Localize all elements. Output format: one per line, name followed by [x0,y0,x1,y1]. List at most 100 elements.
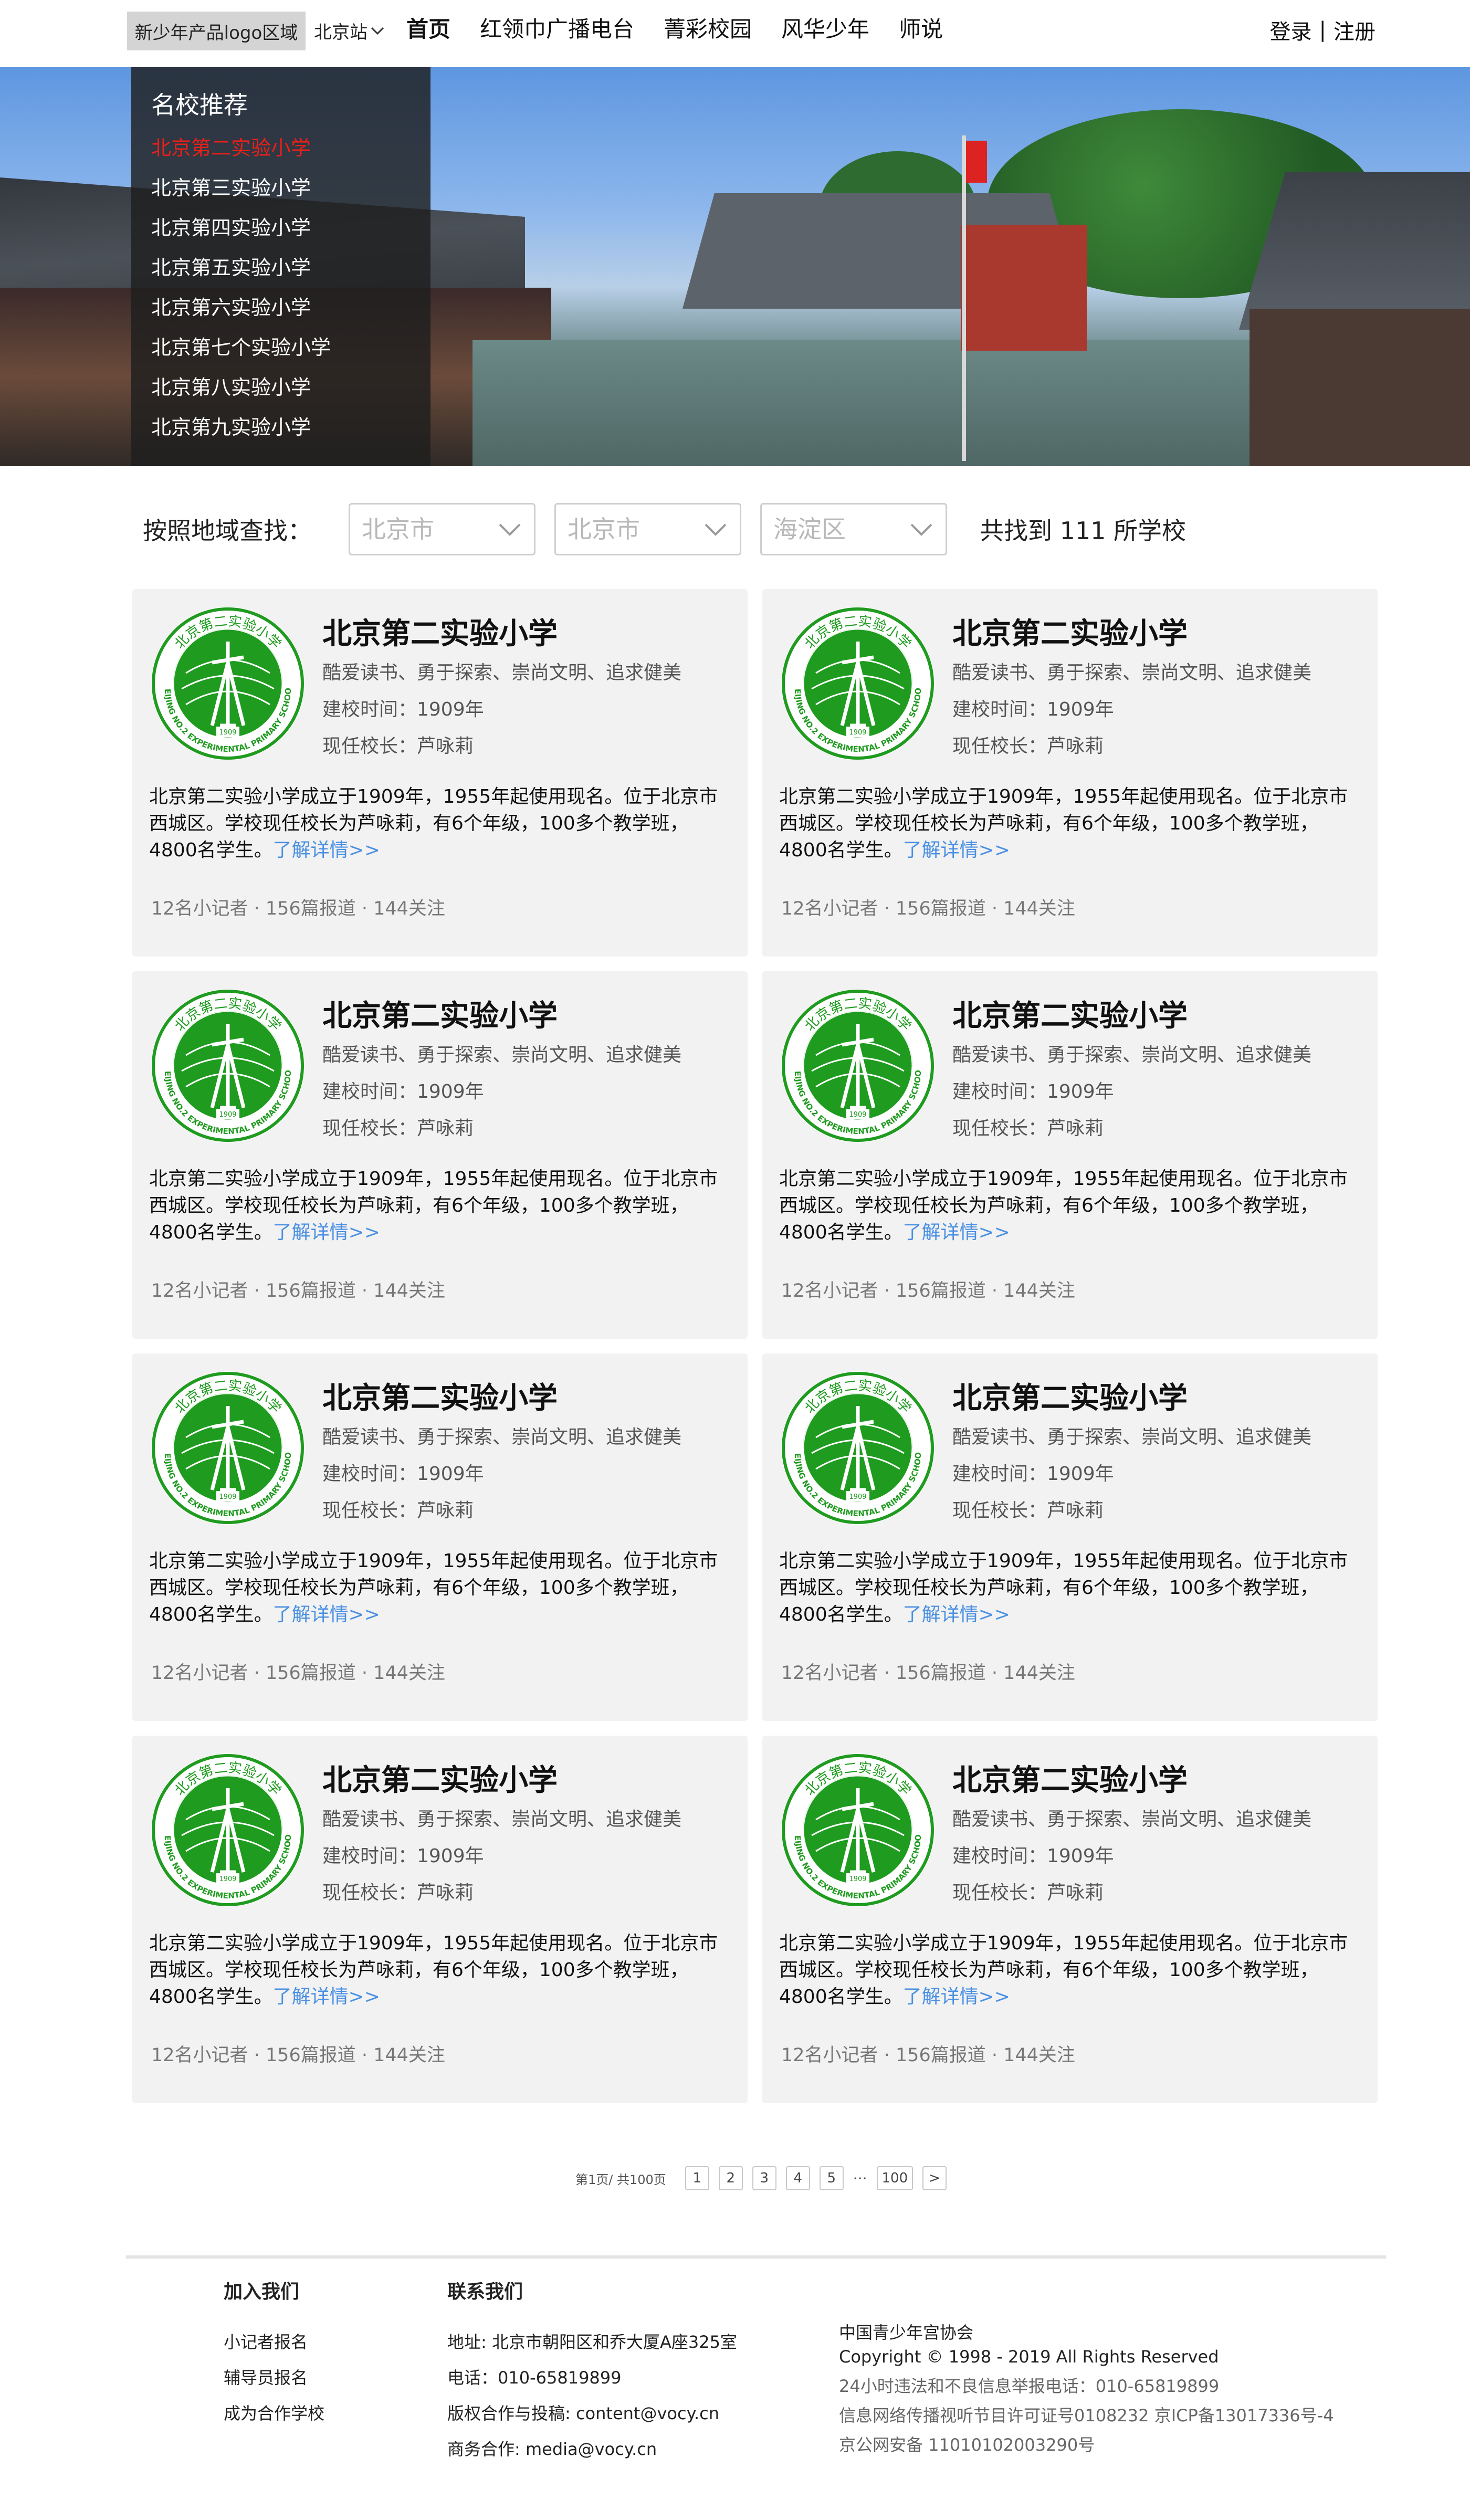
school-seal-logo: 1909 北京第二实验小学 BEIJING NO.2 EXPERIMENTAL … [779,1751,934,1907]
school-description-text: 北京第二实验小学成立于1909年，1955年起使用现名。位于北京市西城区。学校现… [779,1550,1348,1625]
school-principal: 现任校长：芦咏莉 [322,1118,474,1139]
province-select-value: 北京市 [362,515,434,543]
school-seal-logo: 1909 北京第二实验小学 BEIJING NO.2 EXPERIMENTAL … [149,605,304,760]
school-principal: 现任校长：芦咏莉 [322,1500,474,1521]
recommended-school-item[interactable]: 北京第七个实验小学 [151,328,331,368]
page-button[interactable]: 5 [819,2166,844,2190]
svg-text:1909: 1909 [219,729,236,737]
page-button[interactable]: 2 [718,2166,743,2190]
school-seal-logo: 1909 北京第二实验小学 BEIJING NO.2 EXPERIMENTAL … [149,1369,304,1525]
hero-flag [966,141,987,183]
school-founded: 建校时间：1909年 [322,699,484,720]
footer-police: 京公网安备 11010102003290号 [839,2435,1095,2455]
school-name[interactable]: 北京第二实验小学 [952,992,1188,1035]
footer-address: 地址: 北京市朝阳区和乔大厦A座325室 [447,2332,737,2352]
school-principal: 现任校长：芦咏莉 [952,736,1104,757]
recommended-school-item[interactable]: 北京第三实验小学 [151,168,331,208]
school-stats: 12名小记者 · 156篇报道 · 144关注 [781,2045,1075,2066]
station-selector[interactable]: 北京站 [314,18,384,44]
page-button[interactable]: 4 [785,2166,810,2190]
school-name[interactable]: 北京第二实验小学 [322,992,558,1035]
school-card[interactable]: 1909 北京第二实验小学 BEIJING NO.2 EXPERIMENTAL … [762,971,1378,1339]
nav-radio[interactable]: 红领巾广播电台 [480,14,634,45]
page-button-last[interactable]: 100 [876,2166,914,2190]
chevron-down-icon [371,27,384,35]
school-name[interactable]: 北京第二实验小学 [322,610,558,653]
footer-report: 24小时违法和不良信息举报电话：010-65819899 [839,2376,1220,2396]
school-card[interactable]: 1909 北京第二实验小学 BEIJING NO.2 EXPERIMENTAL … [132,1353,748,1721]
login-link[interactable]: 登录 [1270,15,1312,45]
recommended-school-item[interactable]: 北京第八实验小学 [151,368,331,407]
read-more-link[interactable]: 了解详情>> [903,1986,1010,2008]
school-card[interactable]: 1909 北京第二实验小学 BEIJING NO.2 EXPERIMENTAL … [762,1353,1378,1721]
nav-campus[interactable]: 菁彩校园 [664,14,752,45]
nav-youth[interactable]: 风华少年 [781,14,869,45]
school-card[interactable]: 1909 北京第二实验小学 BEIJING NO.2 EXPERIMENTAL … [762,1736,1378,2103]
recommended-school-item[interactable]: 北京第五实验小学 [151,248,331,288]
hero-banner[interactable]: 名校推荐 北京第二实验小学 北京第三实验小学 北京第四实验小学 北京第五实验小学… [0,67,1470,466]
footer-copyright: Copyright © 1998 - 2019 All Rights Reser… [839,2347,1219,2367]
svg-text:1909: 1909 [219,1875,236,1883]
recommended-school-item[interactable]: 北京第九实验小学 [151,407,331,447]
footer-contact: 联系我们 地址: 北京市朝阳区和乔大厦A座325室 电话：010-6581989… [447,2276,737,2475]
chevron-down-icon [910,523,932,536]
hero-flagpole [962,135,966,461]
register-link[interactable]: 注册 [1334,15,1376,45]
read-more-link[interactable]: 了解详情>> [273,1604,380,1625]
read-more-link[interactable]: 了解详情>> [903,839,1010,861]
region-filter: 按照地域查找： 北京市 北京市 海淀区 共找到 111 所学校 [143,503,1186,555]
school-seal-logo: 1909 北京第二实验小学 BEIJING NO.2 EXPERIMENTAL … [779,1369,934,1525]
page-button[interactable]: 3 [752,2166,776,2190]
footer-legal: 中国青少年宫协会 Copyright © 1998 - 2019 All Rig… [839,2323,1334,2471]
footer-link[interactable]: 成为合作学校 [224,2403,324,2423]
school-card[interactable]: 1909 北京第二实验小学 BEIJING NO.2 EXPERIMENTAL … [132,589,748,957]
auth-links: 登录 | 注册 [1270,15,1376,45]
page-ellipsis: ··· [853,2169,867,2187]
main-nav: 首页 红领巾广播电台 菁彩校园 风华少年 师说 [406,14,972,45]
read-more-link[interactable]: 了解详情>> [273,839,380,861]
nav-teacher[interactable]: 师说 [899,14,943,45]
site-logo[interactable]: 新少年产品logo区域 [127,12,306,50]
district-select[interactable]: 海淀区 [760,503,947,555]
page-button[interactable]: 1 [685,2166,709,2190]
province-select[interactable]: 北京市 [349,503,536,555]
recommended-school-item[interactable]: 北京第四实验小学 [151,208,331,248]
read-more-link[interactable]: 了解详情>> [903,1604,1010,1625]
school-founded: 建校时间：1909年 [322,1081,484,1102]
school-card[interactable]: 1909 北京第二实验小学 BEIJING NO.2 EXPERIMENTAL … [132,1736,748,2103]
school-recommend-panel: 名校推荐 北京第二实验小学 北京第三实验小学 北京第四实验小学 北京第五实验小学… [131,67,430,466]
footer-license: 信息网络传播视听节目许可证号0108232 京ICP备13017336号-4 [839,2406,1334,2426]
hero-gate [961,225,1087,351]
school-name[interactable]: 北京第二实验小学 [952,1757,1188,1799]
school-seal-logo: 1909 北京第二实验小学 BEIJING NO.2 EXPERIMENTAL … [149,987,304,1142]
school-name[interactable]: 北京第二实验小学 [952,610,1188,653]
recommended-school-item[interactable]: 北京第六实验小学 [151,288,331,328]
district-select-value: 海淀区 [773,515,846,543]
city-select[interactable]: 北京市 [554,503,741,555]
recommended-school-item[interactable]: 北京第二实验小学 [151,128,331,168]
svg-text:1909: 1909 [219,1111,236,1119]
chevron-down-icon [499,523,521,536]
school-founded: 建校时间：1909年 [322,1463,484,1485]
recommended-school-list: 北京第二实验小学 北京第三实验小学 北京第四实验小学 北京第五实验小学 北京第六… [151,128,331,447]
read-more-link[interactable]: 了解详情>> [903,1222,1010,1243]
pagination: 第1页/ 共100页 1 2 3 4 5 ··· 100 > [575,2166,947,2190]
school-stats: 12名小记者 · 156篇报道 · 144关注 [781,1280,1075,1301]
school-description-text: 北京第二实验小学成立于1909年，1955年起使用现名。位于北京市西城区。学校现… [149,1550,718,1625]
school-stats: 12名小记者 · 156篇报道 · 144关注 [151,898,445,919]
school-motto: 酷爱读书、勇于探索、崇尚文明、追求健美 [952,1426,1312,1448]
school-card[interactable]: 1909 北京第二实验小学 BEIJING NO.2 EXPERIMENTAL … [762,589,1378,957]
read-more-link[interactable]: 了解详情>> [273,1222,380,1243]
footer-link[interactable]: 辅导员报名 [224,2368,324,2388]
school-card[interactable]: 1909 北京第二实验小学 BEIJING NO.2 EXPERIMENTAL … [132,971,748,1339]
read-more-link[interactable]: 了解详情>> [273,1986,380,2008]
school-description-text: 北京第二实验小学成立于1909年，1955年起使用现名。位于北京市西城区。学校现… [779,1168,1348,1243]
school-name[interactable]: 北京第二实验小学 [322,1374,558,1417]
footer-org: 中国青少年宫协会 [839,2323,974,2343]
footer-link[interactable]: 小记者报名 [224,2332,324,2352]
school-stats: 12名小记者 · 156篇报道 · 144关注 [151,1663,445,1684]
school-name[interactable]: 北京第二实验小学 [952,1374,1188,1417]
next-page-button[interactable]: > [922,2166,947,2190]
school-name[interactable]: 北京第二实验小学 [322,1757,558,1799]
nav-home[interactable]: 首页 [406,14,450,45]
